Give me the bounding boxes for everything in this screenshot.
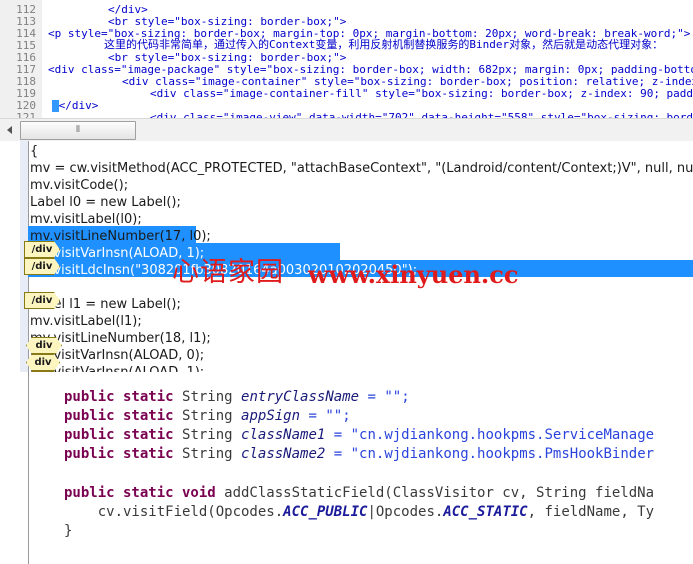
keyword: public static xyxy=(64,446,174,462)
html-source-panel[interactable]: 112 113 114 115 116 117 118 119 120 121 … xyxy=(0,0,693,118)
keyword: public static xyxy=(64,389,174,405)
code-rest: addClassStaticField(ClassVisitor cv, Str… xyxy=(215,485,655,501)
code-line-field[interactable]: public static String entryClassName = ""… xyxy=(64,388,410,407)
code-rest: = "cn.wjdiankong.hookpms.PmsHookBinder xyxy=(325,446,655,462)
scrollbar-thumb[interactable]: ⦀ xyxy=(20,121,136,140)
code-line-field[interactable]: public static String className2 = "cn.wj… xyxy=(64,445,654,464)
type: String xyxy=(182,446,233,462)
asmutils-class-panel[interactable]: public static String entryClassName = ""… xyxy=(0,372,693,564)
asm-code-panel[interactable]: { mv = cw.visitMethod(ACC_PROTECTED, "at… xyxy=(0,141,693,388)
opcode-acc-static: ACC_STATIC xyxy=(443,504,528,520)
code-line[interactable]: mv.visitLabel(l1); xyxy=(30,313,142,330)
type: String xyxy=(182,427,233,443)
field-name: className1 xyxy=(241,427,326,443)
code-line[interactable]: mv.visitLineNumber(17, l0); xyxy=(30,228,211,245)
div-open-tag-badge[interactable]: div xyxy=(26,354,60,371)
code-line[interactable]: { xyxy=(30,143,38,160)
keyword: public static xyxy=(64,408,174,424)
code-line[interactable]: mv.visitCode(); xyxy=(30,177,128,194)
selection-block xyxy=(52,100,59,112)
code-line-close-brace[interactable]: } xyxy=(64,522,72,541)
code-line[interactable]: mv = cw.visitMethod(ACC_PROTECTED, "atta… xyxy=(30,160,693,177)
code-rest: = ""; xyxy=(359,389,410,405)
keyword: public static xyxy=(64,427,174,443)
code-rest: = "cn.wjdiankong.hookpms.ServiceManage xyxy=(325,427,655,443)
grip-icon: ⦀ xyxy=(76,125,80,135)
code-line[interactable]: <div class="image-container-fill" style=… xyxy=(150,88,693,100)
code-text: </div> xyxy=(58,99,99,112)
field-name: className2 xyxy=(241,446,326,462)
code-line[interactable]: mv.visitLabel(l0); xyxy=(30,211,142,228)
code-line-selected[interactable]: </div> xyxy=(52,100,98,112)
opcode-acc-public: ACC_PUBLIC xyxy=(283,504,368,520)
code-rest: = ""; xyxy=(300,408,351,424)
div-close-tag-badge[interactable]: /div xyxy=(24,258,60,275)
code-line[interactable]: Label l0 = new Label(); xyxy=(30,194,181,211)
left-margin xyxy=(0,372,20,564)
type: String xyxy=(182,389,233,405)
left-margin xyxy=(0,141,20,388)
code-line-field[interactable]: public static String className1 = "cn.wj… xyxy=(64,426,654,445)
type: String xyxy=(182,408,233,424)
field-name: entryClassName xyxy=(241,389,360,405)
keyword: public static void xyxy=(64,485,216,501)
code-line-body[interactable]: cv.visitField(Opcodes.ACC_PUBLIC|Opcodes… xyxy=(64,503,654,522)
code-line-chinese[interactable]: 这里的代码非常简单，通过传入的Context变量，利用反射机制替换服务的Bind… xyxy=(104,39,663,51)
field-name: appSign xyxy=(241,408,301,424)
div-close-tag-badge[interactable]: /div xyxy=(24,292,60,309)
div-close-tag-badge[interactable]: /div xyxy=(24,241,60,258)
code-line-method[interactable]: public static void addClassStaticField(C… xyxy=(64,484,654,503)
code-line-field[interactable]: public static String appSign = ""; xyxy=(64,407,351,426)
horizontal-scrollbar[interactable]: ⦀ xyxy=(0,118,693,142)
code-line-selected[interactable]: mv.visitLdcInsn("308201fb30820164a003020… xyxy=(30,262,417,279)
code-line-selected[interactable]: mv.visitMethodInsn(INVOKESTATIC, "cn/wjd… xyxy=(30,279,693,296)
div-open-tag-badge[interactable]: div xyxy=(26,337,62,354)
triangle-left-icon xyxy=(7,125,12,134)
code-gutter xyxy=(20,372,29,564)
scroll-left-arrow-icon[interactable] xyxy=(1,120,18,139)
